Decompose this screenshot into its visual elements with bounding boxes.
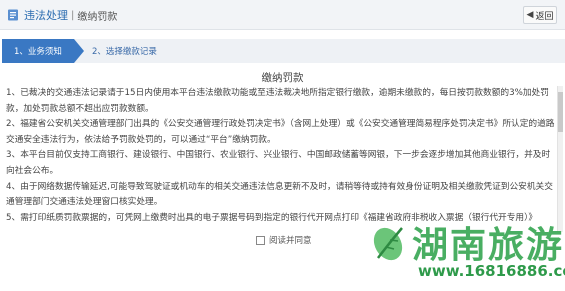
agree-checkbox[interactable] — [256, 235, 265, 245]
notice-content: 1、已裁决的交通违法记录请于15日内使用本平台违法缴款功能或至违法裁决地所指定银… — [6, 86, 556, 232]
leaf-logo-icon — [373, 227, 403, 261]
back-button[interactable]: ◀ 返回 — [523, 6, 557, 24]
agree-checkbox-row[interactable]: 阅读并同意 — [256, 234, 312, 246]
breadcrumb-current: 缴纳罚款 — [77, 11, 118, 23]
content-scrollbar[interactable] — [557, 86, 563, 232]
notice-paragraph: 4、由于网络数据传输延迟,可能导致驾驶证或机动车的相关交通违法信息更新不及时，请… — [6, 181, 553, 208]
notice-paragraph: 3、本平台目前仅支持工商银行、建设银行、中国银行、农业银行、兴业银行、中国邮政储… — [6, 150, 551, 176]
watermark-url: www.16816886.com — [418, 262, 565, 280]
watermark: 湖南旅游 www.16816886.com — [360, 212, 565, 291]
step-business-notice[interactable]: 1、业务须知 — [2, 39, 74, 63]
scrollbar-thumb[interactable] — [558, 92, 563, 132]
breadcrumb-section[interactable]: 违法处理 — [24, 7, 68, 23]
step-progress: 1、业务须知 2、选择缴款记录 — [2, 39, 565, 63]
notice-paragraph: 1、已裁决的交通违法记录请于15日内使用本平台违法缴款功能或至违法裁决地所指定银… — [6, 88, 549, 114]
panel-title: 缴纳罚款 — [261, 72, 304, 84]
breadcrumb-separator: | — [71, 9, 75, 21]
watermark-text: 湖南旅游 — [412, 224, 565, 266]
step-select-record[interactable]: 2、选择缴款记录 — [92, 39, 157, 63]
step-arrow-icon — [74, 39, 84, 63]
document-icon — [8, 9, 18, 21]
notice-paragraph: 2、福建省公安机关交通管理部门出具的《公安交通管理行政处罚决定书》（含网上处理）… — [6, 119, 555, 145]
agree-label[interactable]: 阅读并同意 — [269, 234, 312, 246]
back-button-label: 返回 — [535, 11, 554, 22]
top-bar: 违法处理 | 缴纳罚款 ◀ 返回 — [0, 0, 565, 30]
back-arrow-icon: ◀ — [526, 10, 534, 20]
breadcrumb: 违法处理 | 缴纳罚款 — [6, 7, 117, 23]
